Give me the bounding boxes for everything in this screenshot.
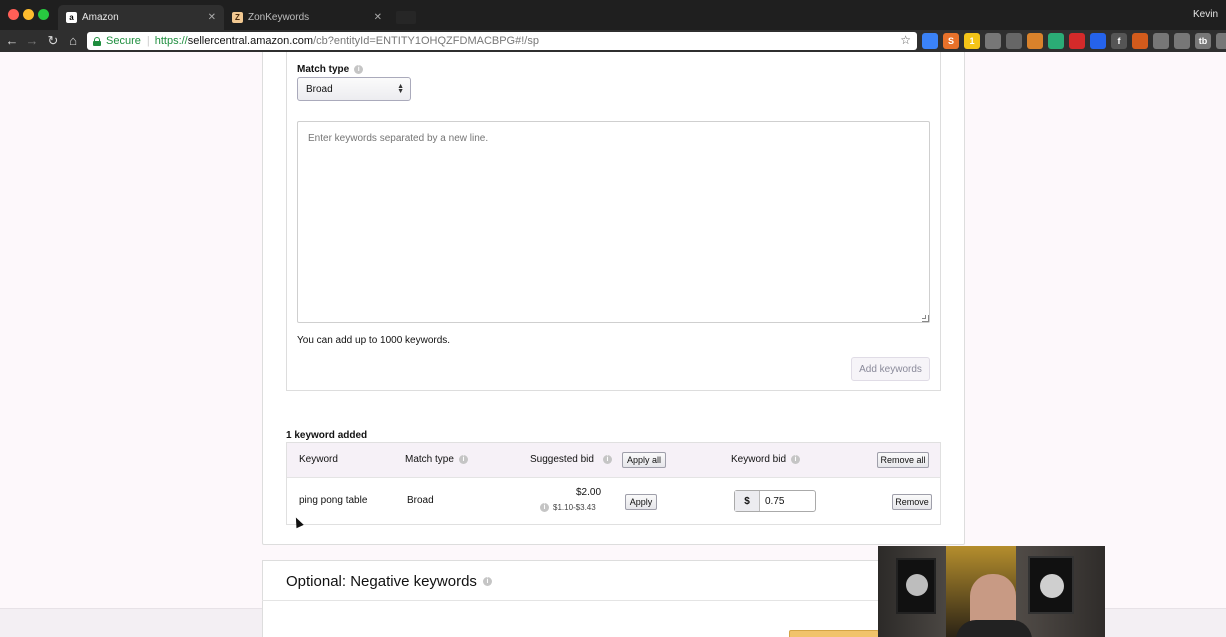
zonkeywords-logo-icon: Z [232,12,243,23]
close-window-button[interactable] [8,9,19,20]
match-type-select[interactable]: Broad ▲ ▼ [297,77,411,101]
minimize-window-button[interactable] [23,9,34,20]
section-divider [262,600,965,601]
tab-amazon[interactable]: a Amazon ✕ [58,5,224,30]
resize-handle-icon[interactable] [922,315,929,322]
info-icon[interactable]: i [458,455,468,464]
table-header: Keyword Match type i Suggested bid i Apply… [287,443,940,478]
bookmark-star-icon[interactable]: ☆ [900,33,911,47]
ui-extension-icon[interactable] [985,33,1001,49]
url-protocol: https:// [154,35,188,47]
bid-value[interactable]: 0.75 [760,491,815,511]
add-keywords-button[interactable]: Add keywords [851,357,930,381]
secure-label: Secure [106,35,141,47]
power-extension-icon[interactable] [1216,33,1226,49]
maximize-window-button[interactable] [38,9,49,20]
slack-extension-icon[interactable] [1048,33,1064,49]
reload-icon[interactable]: ↻ [45,33,61,49]
keywords-textarea[interactable] [297,121,930,323]
tb-extension-icon[interactable]: tb [1195,33,1211,49]
row-suggested-bid: $2.00 [576,487,602,498]
forward-arrow-icon[interactable]: → [24,33,40,49]
negative-keywords-heading[interactable]: Optional: Negative keywords i [286,573,492,590]
url-host: sellercentral.amazon.com [187,35,314,47]
keywords-added-count: 1 keyword added [286,430,368,441]
browser-tab-bar: a Amazon ✕ Z ZonKeywords ✕ Kevin [0,0,1226,30]
remove-all-button[interactable]: Remove all [877,452,929,468]
keyword-limit-note: You can add up to 1000 keywords. [297,335,451,346]
added-keywords-table: Keyword Match type i Suggested bid i Apply… [286,442,941,525]
header-label: Keyword [299,454,338,465]
negative-keywords-title: Optional: Negative keywords [286,573,477,590]
currency-prefix: $ [735,491,760,511]
presenter-shirt [956,620,1032,637]
lock-icon [93,36,101,46]
address-bar[interactable]: Secure | https:// sellercentral.amazon.c… [87,32,917,50]
layers-extension-icon[interactable] [922,33,938,49]
info-icon[interactable]: i [354,65,364,74]
column-header-suggested-bid: Suggested bid i [530,454,612,465]
match-type-label-text: Match type [297,64,350,75]
info-icon[interactable]: i [602,455,612,464]
column-header-keyword-bid: Keyword bid i [731,454,801,465]
negative-keywords-card [262,560,965,637]
wall-record-frame-left [896,558,936,614]
back-arrow-icon[interactable]: ← [4,33,20,49]
row-bid-range: i $1.10-$3.43 [540,503,596,512]
header-label: Suggested bid [530,454,594,465]
wall-record-frame-right [1028,556,1074,614]
row-match-type: Broad [407,495,434,506]
extension-toolbar: S 1 f tb [922,33,1226,49]
info-icon[interactable]: i [540,503,549,512]
globe-extension-icon[interactable] [1132,33,1148,49]
header-label: Match type [405,454,454,465]
close-tab-icon[interactable]: ✕ [208,12,216,23]
apply-bid-button[interactable]: Apply [625,494,657,510]
facebook-extension-icon[interactable]: f [1111,33,1127,49]
info-icon[interactable]: i [791,455,801,464]
match-type-label: Match type i [297,64,364,75]
apply-all-button[interactable]: Apply all [622,452,666,468]
gear-extension-icon[interactable] [1174,33,1190,49]
profile-name[interactable]: Kevin [1193,9,1218,20]
address-separator: | [146,35,150,47]
header-label: Keyword bid [731,454,787,465]
tab-title: Amazon [82,12,119,23]
screen-extension-icon[interactable] [1006,33,1022,49]
keyword-bid-input[interactable]: $ 0.75 [734,490,816,512]
info-icon[interactable]: i [482,577,492,586]
blue-extension-icon[interactable] [1090,33,1106,49]
row-keyword: ping pong table [299,495,368,506]
tab-zonkeywords[interactable]: Z ZonKeywords ✕ [224,5,390,30]
webcam-overlay [878,546,1105,637]
amazon-logo-icon: a [66,12,77,23]
red-circle-extension-icon[interactable] [1069,33,1085,49]
home-icon[interactable]: ⌂ [65,33,81,49]
tab-title: ZonKeywords [248,12,310,23]
s-extension-icon[interactable]: S [943,33,959,49]
match-type-selected-value: Broad [306,83,333,95]
column-header-match-type: Match type i [405,454,468,465]
url-path: /cb?entityId=ENTITY1OHQZFDMACBPG#!/sp [313,35,539,47]
remove-keyword-button[interactable]: Remove [892,494,932,510]
bid-range-text: $1.10-$3.43 [553,503,596,512]
browser-toolbar: ← → ↻ ⌂ Secure | https:// sellercentral.… [0,30,1226,52]
speech-extension-icon[interactable] [1153,33,1169,49]
column-header-keyword: Keyword [299,454,338,465]
select-arrows-icon: ▲ ▼ [397,83,404,95]
photo-extension-icon[interactable] [1027,33,1043,49]
close-tab-icon[interactable]: ✕ [374,12,382,23]
yellow-extension-icon[interactable]: 1 [964,33,980,49]
primary-action-button[interactable] [789,630,879,637]
new-tab-button[interactable] [396,11,416,24]
